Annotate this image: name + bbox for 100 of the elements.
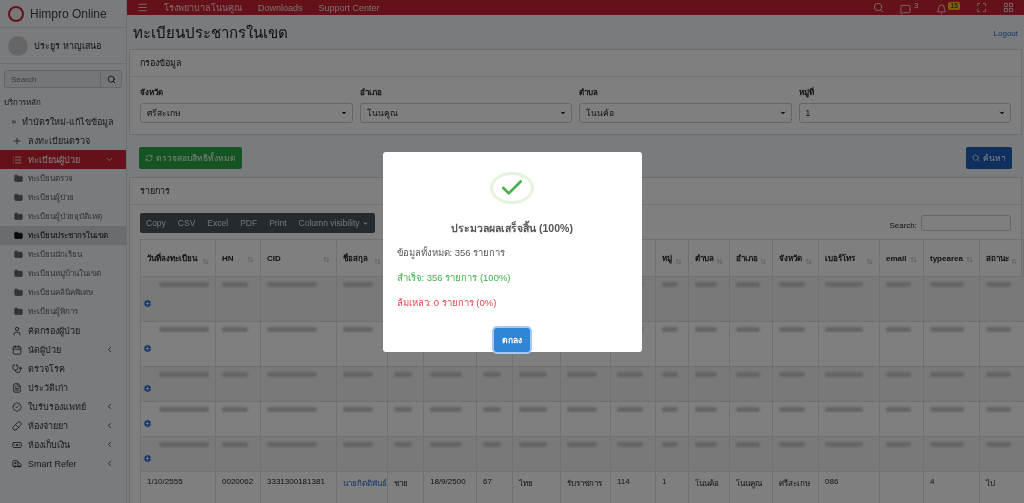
fullscreen-icon[interactable] xyxy=(976,2,987,13)
sort-icon[interactable] xyxy=(866,257,873,265)
expand-icon[interactable] xyxy=(143,299,152,308)
sidebar-item[interactable]: ทำบัตรใหม่-แก้ไขข้อมูล xyxy=(0,112,126,131)
sidebar-item[interactable]: ห้องเก็บเงิน xyxy=(0,435,126,454)
caret-icon xyxy=(998,109,1006,117)
blurred-text xyxy=(825,407,864,412)
blurred-text xyxy=(343,327,374,332)
caret-icon xyxy=(361,219,369,227)
field-label: อำเภอ xyxy=(359,87,383,99)
sort-icon[interactable] xyxy=(247,255,254,263)
caret-icon xyxy=(339,109,348,117)
logo-icon xyxy=(8,5,24,22)
sidebar-item[interactable]: Smart Refer xyxy=(0,454,126,473)
table-search-field[interactable] xyxy=(921,215,1011,231)
sort-icon[interactable] xyxy=(805,257,812,265)
column-header[interactable]: typearea xyxy=(930,253,963,263)
sidebar-subitem[interactable]: ทะเบียนผู้พิการ xyxy=(0,302,126,321)
export-button[interactable]: CSV xyxy=(171,213,202,233)
sort-icon[interactable] xyxy=(323,255,330,263)
messages-icon[interactable] xyxy=(900,4,912,15)
sort-icon[interactable] xyxy=(716,257,723,265)
table-cell: รับราชการ xyxy=(567,479,602,488)
sidebar-subitem[interactable]: ทะเบียนประชากรในเขต xyxy=(0,226,126,245)
select-field[interactable]: โนนคูณ xyxy=(359,103,572,123)
column-header[interactable]: ชื่อสกุล xyxy=(343,251,368,265)
sidebar-item[interactable]: ตรวจโรค xyxy=(0,359,126,378)
chevron-left-icon xyxy=(105,440,114,449)
search-label: Search: xyxy=(889,220,917,230)
ok-button[interactable]: ตกลง xyxy=(494,328,530,352)
search-icon xyxy=(106,74,116,84)
table-cell: 3331300181381 xyxy=(267,477,325,486)
sort-icon[interactable] xyxy=(910,255,917,263)
sidebar-subitem[interactable]: ทะเบียนผู้ป่วย xyxy=(0,188,126,207)
grid-icon[interactable] xyxy=(1003,2,1014,13)
sort-icon[interactable] xyxy=(966,255,973,263)
check-rights-button[interactable]: ตรวจสอบสิทธิทั้งหมด xyxy=(139,147,242,169)
select-field[interactable]: ศรีสะเกษ xyxy=(140,103,353,123)
sort-icon[interactable] xyxy=(1011,257,1017,265)
blurred-text xyxy=(567,407,597,412)
sidebar-subitem[interactable]: ทะเบียนหมู่บ้านในเขต xyxy=(0,264,126,283)
column-header[interactable]: CID xyxy=(267,253,281,263)
table-cell: 114 xyxy=(617,477,630,486)
export-button[interactable]: Copy xyxy=(140,213,172,233)
export-button[interactable]: Excel xyxy=(201,213,235,233)
column-header[interactable]: ตำบล xyxy=(695,251,714,265)
nav-link[interactable]: Downloads xyxy=(258,2,303,13)
seal-icon xyxy=(12,401,22,412)
nav-link[interactable]: Support Center xyxy=(318,2,380,13)
select-field[interactable]: 1 xyxy=(798,103,1011,123)
sidebar-item[interactable]: ประวัติเก่า xyxy=(0,378,126,397)
table-cell: 1 xyxy=(662,477,667,486)
sidebar-subitem[interactable]: ทะเบียนผู้ป่วยอุบัติเหตุ xyxy=(0,207,126,226)
sidebar-item[interactable]: นัดผู้ป่วย xyxy=(0,340,126,359)
expand-icon[interactable] xyxy=(143,454,152,463)
column-header[interactable]: จังหวัด xyxy=(779,251,802,265)
column-header[interactable]: อำเภอ xyxy=(736,251,758,265)
list-icon xyxy=(12,154,22,165)
sidebar-subitem[interactable]: ทะเบียนคลินิคพิเศษ xyxy=(0,283,126,302)
sidebar-item[interactable]: ใบรับรองแพทย์ xyxy=(0,397,126,416)
expand-icon[interactable] xyxy=(143,344,152,353)
select-field[interactable]: โนนค้อ xyxy=(579,103,792,123)
search-icon xyxy=(972,154,980,162)
search-button[interactable] xyxy=(100,70,122,88)
export-button[interactable]: Print xyxy=(263,213,293,233)
expand-icon[interactable] xyxy=(143,419,152,428)
blurred-text xyxy=(343,407,374,412)
column-header[interactable]: เบอร์โทร xyxy=(825,251,855,265)
bell-icon[interactable] xyxy=(936,4,948,15)
column-header[interactable]: หมู่ xyxy=(662,251,672,265)
export-button[interactable]: PDF xyxy=(234,213,264,233)
sidebar-item[interactable]: คัดกรองผู้ป่วย xyxy=(0,321,126,340)
sidebar-item[interactable]: ทะเบียนผู้ป่วย xyxy=(0,150,126,169)
sidebar-item[interactable]: ลงทะเบียนตรวจ xyxy=(0,131,126,150)
table-cell: โนนคูณ xyxy=(736,479,762,488)
sidebar-item[interactable]: ห้องจ่ายยา xyxy=(0,416,126,435)
blurred-text xyxy=(394,407,413,412)
table-cell: 4 xyxy=(930,477,935,486)
column-header[interactable]: HN xyxy=(222,253,234,263)
expand-icon[interactable] xyxy=(143,384,152,393)
sort-icon[interactable] xyxy=(760,257,766,265)
menu-icon[interactable] xyxy=(137,2,148,13)
chevron-left-icon xyxy=(105,459,114,468)
column-header[interactable]: สถานะ xyxy=(986,251,1009,265)
result-line: ล้มเหลว: 0 รายการ (0%) xyxy=(396,296,498,310)
nav-link[interactable]: โรงพยาบาลโนนคูณ xyxy=(164,0,242,15)
sidebar-subitem[interactable]: ทะเบียนนักเรียน xyxy=(0,245,126,264)
blurred-text xyxy=(519,407,547,412)
blurred-text xyxy=(617,407,643,412)
column-header[interactable]: email xyxy=(886,253,907,263)
blurred-text xyxy=(986,407,1012,412)
sidebar-subitem[interactable]: ทะเบียนตรวจ xyxy=(0,169,126,188)
sort-icon[interactable] xyxy=(374,257,381,265)
sort-icon[interactable] xyxy=(202,257,209,265)
logout-link[interactable]: Logout xyxy=(993,28,1018,38)
search-button[interactable]: ค้นหา xyxy=(966,147,1012,169)
sort-icon[interactable] xyxy=(675,257,682,265)
export-button[interactable]: Column visibility xyxy=(292,213,375,233)
blurred-text xyxy=(930,407,965,412)
search-icon[interactable] xyxy=(873,2,885,13)
